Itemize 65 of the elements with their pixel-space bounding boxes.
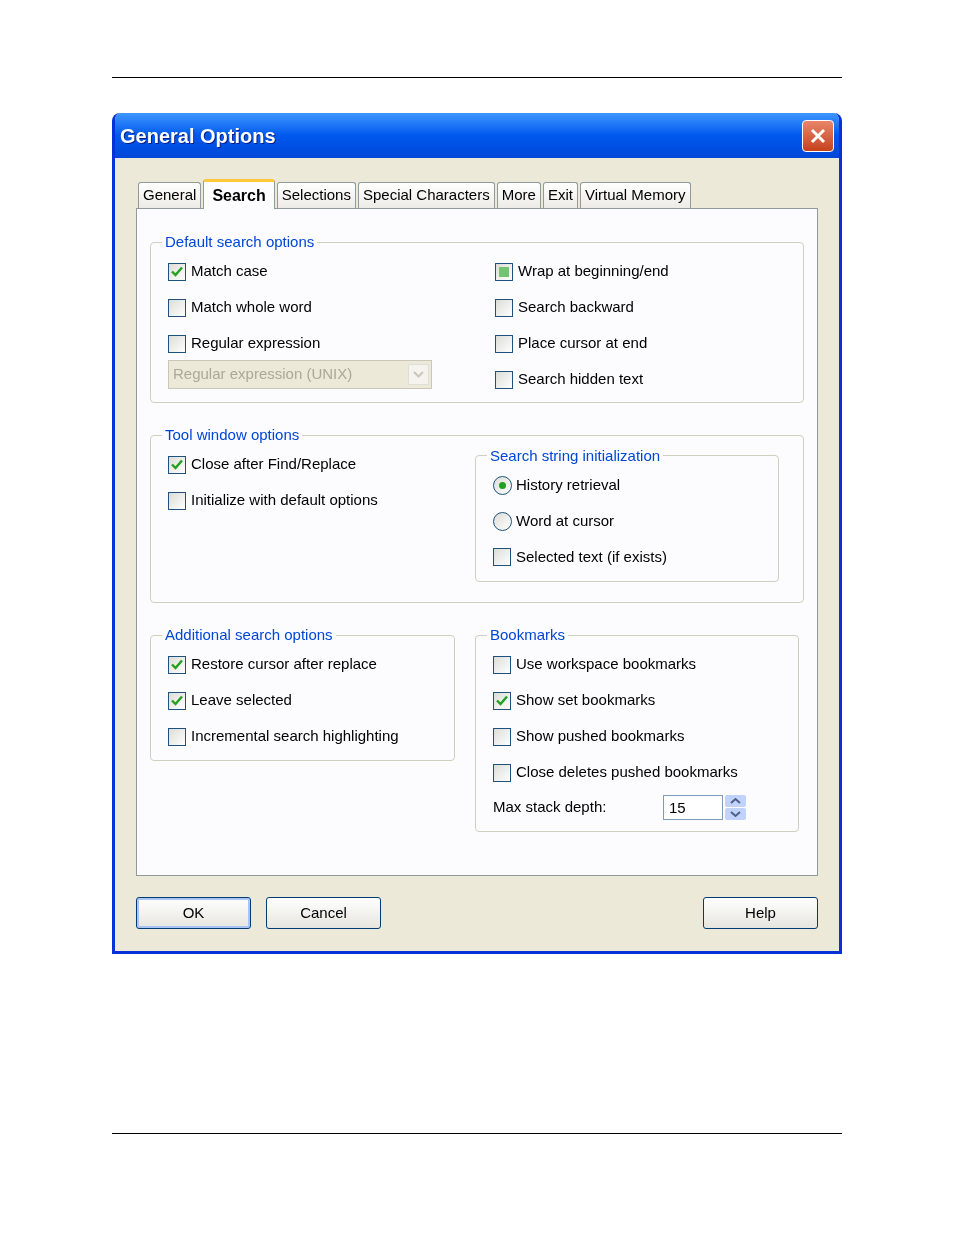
checkbox-label: Restore cursor after replace	[191, 654, 377, 675]
checkbox[interactable]	[168, 491, 186, 510]
chevron-down-icon	[408, 363, 429, 385]
checkbox-label: Show set bookmarks	[516, 690, 656, 711]
checkmark-icon	[171, 659, 183, 670]
group-title: Tool window options	[164, 425, 301, 445]
spin-arrows-icon[interactable]	[725, 795, 746, 820]
checkbox[interactable]	[495, 334, 513, 353]
checkbox-label: Close after Find/Replace	[191, 454, 357, 475]
checkbox[interactable]	[168, 655, 186, 674]
checkbox-label: Wrap at beginning/end	[518, 261, 669, 282]
checkmark-icon	[171, 459, 183, 470]
spin-field[interactable]: 15	[663, 795, 723, 820]
dialog-button[interactable]: OK	[136, 897, 251, 929]
checkmark-icon	[171, 266, 183, 277]
group-title: Default search options	[164, 232, 316, 252]
checkbox[interactable]	[168, 334, 186, 353]
checkbox-label: Selected text (if exists)	[516, 546, 667, 567]
group-title: Search string initialization	[489, 445, 662, 466]
checkbox-label: Match case	[191, 261, 268, 282]
checkbox[interactable]	[495, 370, 513, 389]
checkbox-label: Search hidden text	[518, 369, 644, 390]
checkbox-label: Place cursor at end	[518, 333, 648, 354]
radio-label: Word at cursor	[516, 510, 615, 531]
dialog-button[interactable]: Help	[703, 897, 818, 929]
checkbox[interactable]	[493, 763, 511, 782]
checkbox-label: Initialize with default options	[191, 490, 378, 511]
dialog-button[interactable]: Cancel	[266, 897, 381, 929]
tab[interactable]: Virtual Memory	[579, 182, 691, 208]
close-icon	[810, 127, 826, 144]
checkbox-label: Regular expression	[191, 333, 321, 354]
checkbox[interactable]	[493, 691, 511, 710]
checkbox[interactable]	[493, 655, 511, 674]
checkmark-icon	[171, 695, 183, 706]
checkbox-label: Show pushed bookmarks	[516, 726, 685, 747]
checkbox[interactable]	[495, 298, 513, 317]
checkbox[interactable]	[168, 727, 186, 746]
checkbox-label: Leave selected	[191, 690, 292, 711]
tab[interactable]: Special Characters	[357, 182, 495, 208]
tab[interactable]: General	[138, 182, 202, 208]
checkbox[interactable]	[495, 262, 513, 281]
checkbox-label: Use workspace bookmarks	[516, 654, 697, 675]
checkmark-icon	[496, 695, 508, 706]
group-title: Additional search options	[164, 625, 334, 645]
field-label: Max stack depth:	[493, 797, 608, 818]
checkbox[interactable]	[493, 548, 511, 566]
tab[interactable]: Selections	[276, 182, 356, 208]
tab[interactable]: Exit	[542, 182, 578, 208]
checkbox[interactable]	[168, 691, 186, 710]
tab[interactable]: Search	[203, 179, 275, 209]
radio-button[interactable]	[493, 475, 512, 495]
tab[interactable]: More	[496, 182, 541, 208]
checkbox[interactable]	[493, 727, 511, 746]
checkbox-label: Incremental search highlighting	[191, 726, 399, 747]
checkbox[interactable]	[168, 262, 186, 281]
checkbox-label: Close deletes pushed bookmarks	[516, 762, 738, 783]
radio-button[interactable]	[493, 511, 512, 531]
group-title: Bookmarks	[489, 625, 567, 645]
checkbox-label: Match whole word	[191, 297, 312, 318]
checkbox-label: Search backward	[518, 297, 634, 318]
radio-label: History retrieval	[516, 474, 621, 495]
checkbox[interactable]	[168, 455, 186, 474]
close-button[interactable]	[802, 119, 834, 152]
window-title: General Options	[120, 123, 276, 149]
checkbox[interactable]	[168, 298, 186, 317]
